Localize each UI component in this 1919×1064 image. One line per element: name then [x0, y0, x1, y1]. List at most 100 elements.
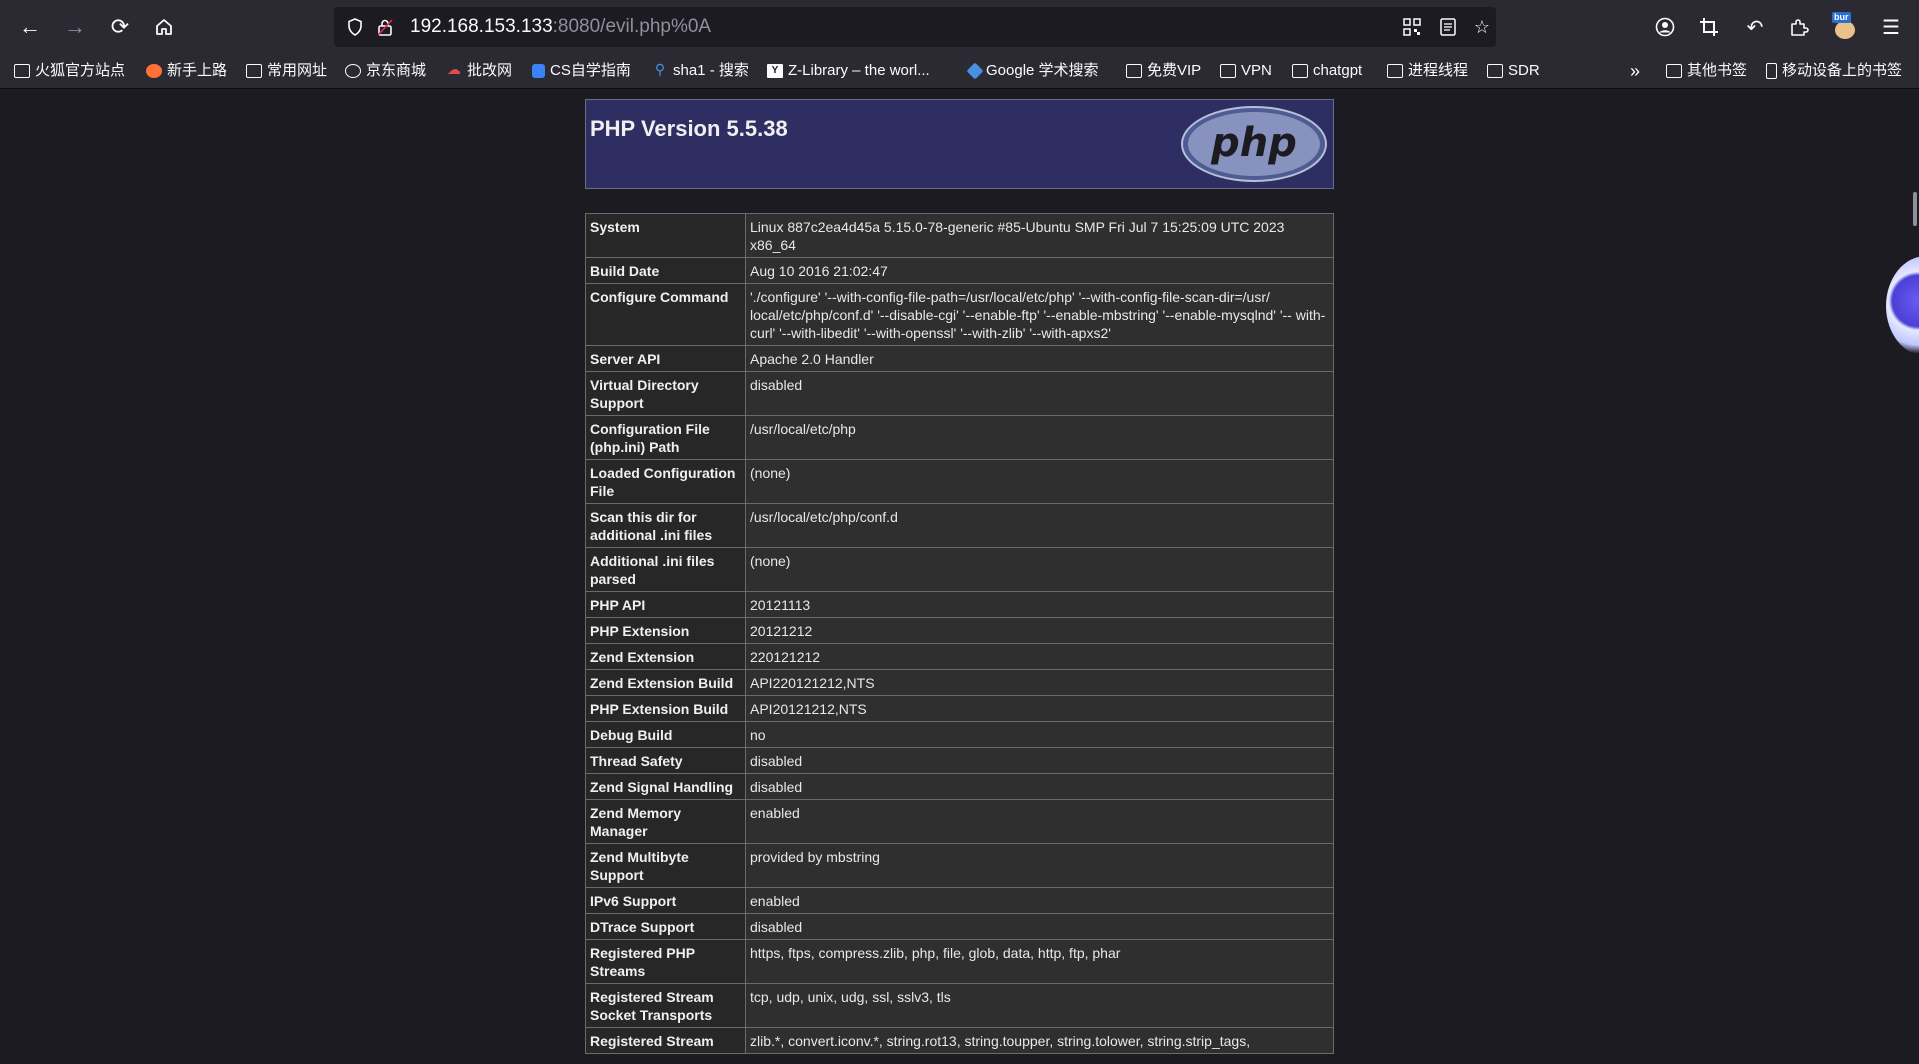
row-key: PHP API — [585, 591, 746, 618]
bookmark-item[interactable]: 进程线程 — [1387, 54, 1468, 88]
mobile-icon — [1766, 63, 1777, 79]
folder-icon — [1487, 64, 1503, 78]
bookmark-item[interactable]: SDR — [1487, 54, 1540, 88]
burp-extension-icon[interactable]: bur — [1827, 10, 1863, 44]
bookmark-item[interactable]: 新手上路 — [146, 54, 227, 88]
bookmark-item[interactable]: 火狐官方站点 — [14, 54, 125, 88]
table-row: PHP Extension 20121212 — [585, 617, 1334, 644]
bookmark-item[interactable]: 免费VIP — [1126, 54, 1201, 88]
bookmark-item[interactable]: VPN — [1220, 54, 1272, 88]
row-value: (none) — [745, 547, 1334, 592]
bookmarks-toolbar: 火狐官方站点 新手上路 常用网址 京东商城 ☁ 批改网 CS自学指南 ⚲ sha1 … — [0, 54, 1919, 89]
row-key: Build Date — [585, 257, 746, 284]
bookmark-item[interactable]: ⚲ sha1 - 搜索 — [652, 54, 749, 88]
bookmark-label: 进程线程 — [1408, 62, 1469, 79]
table-row: Registered PHP Streams https, ftps, compr… — [585, 939, 1334, 984]
php-logo-icon: php — [1181, 106, 1327, 182]
bookmark-label: sha1 - 搜索 — [673, 62, 749, 79]
mascot-avatar-icon — [1835, 21, 1855, 39]
bookmark-label: SDR — [1508, 62, 1540, 79]
bookmark-item[interactable]: chatgpt — [1292, 54, 1362, 88]
table-row: IPv6 Support enabled — [585, 887, 1334, 914]
bookmark-label: 其他书签 — [1687, 62, 1748, 79]
scrollbar-thumb[interactable] — [1913, 192, 1917, 226]
row-key: Server API — [585, 345, 746, 372]
menu-hamburger-icon[interactable]: ☰ — [1873, 10, 1909, 44]
bookmark-item[interactable]: 京东商城 — [345, 54, 426, 88]
qr-code-icon[interactable] — [1396, 7, 1428, 47]
home-icon[interactable] — [146, 10, 182, 44]
row-value: './configure' '--with-config-file-path=/… — [745, 283, 1334, 346]
account-icon[interactable] — [1647, 10, 1683, 44]
folder-icon — [246, 64, 262, 78]
bookmark-item[interactable]: ☁ 批改网 — [446, 54, 512, 88]
row-value: tcp, udp, unix, udg, ssl, sslv3, tls — [745, 983, 1334, 1028]
cloud-icon: ☁ — [447, 61, 461, 77]
table-row: Configuration File (php.ini) Path/usr/lo… — [585, 415, 1334, 460]
table-row: Loaded Configuration File (none) — [585, 459, 1334, 504]
reader-view-icon[interactable] — [1432, 7, 1464, 47]
bookmark-label: VPN — [1241, 62, 1272, 79]
table-row: Registered Stream zlib.*, convert.iconv.*… — [585, 1027, 1334, 1054]
bookmark-label: Z-Library – the worl... — [788, 62, 930, 79]
folder-icon — [14, 64, 30, 78]
bookmark-item[interactable]: CS自学指南 — [532, 54, 631, 88]
row-value: zlib.*, convert.iconv.*, string.rot13, s… — [745, 1027, 1334, 1054]
row-key: Thread Safety — [585, 747, 746, 774]
row-key: Zend Multibyte Support — [585, 843, 746, 888]
page-title: PHP Version 5.5.38 — [590, 116, 788, 141]
floating-assistant-icon[interactable] — [1886, 256, 1919, 356]
forward-icon[interactable]: → — [57, 10, 93, 44]
chevron-more-icon[interactable]: » — [1630, 54, 1640, 88]
table-row: Zend Multibyte Support provided by mbstri… — [585, 843, 1334, 888]
table-row: Virtual Directory Support disabled — [585, 371, 1334, 416]
scholar-icon — [966, 62, 984, 80]
address-bar[interactable]: 192.168.153.133:8080/evil.php%0A ☆ — [334, 7, 1496, 47]
row-key: IPv6 Support — [585, 887, 746, 914]
row-value: enabled — [745, 799, 1334, 844]
navigation-toolbar: ← → ⟳ 192.168.153.133:8080/evil.php%0A ☆ — [0, 0, 1919, 54]
bookmark-label: 常用网址 — [267, 62, 328, 79]
row-key: Debug Build — [585, 721, 746, 748]
row-key: Configure Command — [585, 283, 746, 346]
row-key: Loaded Configuration File — [585, 459, 746, 504]
back-icon[interactable]: ← — [12, 10, 48, 44]
bookmark-item[interactable]: 移动设备上的书签 — [1766, 54, 1902, 88]
url-path: :8080/evil.php%0A — [552, 16, 712, 37]
row-key: Zend Extension — [585, 643, 746, 670]
cube-icon — [532, 64, 545, 78]
row-key: Zend Extension Build — [585, 669, 746, 696]
crop-screenshot-icon[interactable] — [1691, 10, 1727, 44]
row-value: 220121212 — [745, 643, 1334, 670]
bookmark-item[interactable]: Google 学术搜索 — [966, 54, 1099, 88]
row-key: PHP Extension — [585, 617, 746, 644]
bookmark-item[interactable]: 常用网址 — [246, 54, 327, 88]
bookmark-label: 免费VIP — [1147, 62, 1202, 79]
row-key: System — [585, 213, 746, 258]
bookmark-item[interactable]: Y Z-Library – the worl... — [767, 54, 930, 88]
row-value: Aug 10 2016 21:02:47 — [745, 257, 1334, 284]
bookmark-star-icon[interactable]: ☆ — [1466, 7, 1498, 47]
bookmark-item[interactable]: 其他书签 — [1666, 54, 1747, 88]
undo-icon[interactable]: ↶ — [1737, 10, 1773, 44]
row-value: provided by mbstring — [745, 843, 1334, 888]
table-row: PHP API 20121113 — [585, 591, 1334, 618]
url-host: 192.168.153.133 — [410, 16, 553, 37]
phpinfo-table: System Linux 887c2ea4d45a 5.15.0-78-gener… — [585, 213, 1334, 1054]
reload-icon[interactable]: ⟳ — [102, 10, 138, 44]
firefox-icon — [146, 64, 162, 78]
table-row: Debug Build no — [585, 721, 1334, 748]
extensions-puzzle-icon[interactable] — [1781, 10, 1817, 44]
tracking-protection-shield-icon[interactable] — [340, 7, 370, 47]
bookmark-label: chatgpt — [1313, 62, 1363, 79]
table-row: System Linux 887c2ea4d45a 5.15.0-78-gener… — [585, 213, 1334, 258]
url-text[interactable]: 192.168.153.133:8080/evil.php%0A — [410, 7, 711, 47]
insecure-lock-icon[interactable] — [370, 7, 400, 47]
bookmark-label: 京东商城 — [366, 62, 427, 79]
row-key: Registered Stream Socket Transports — [585, 983, 746, 1028]
burp-badge: bur — [1832, 12, 1851, 23]
table-row: PHP Extension Build API20121212,NTS — [585, 695, 1334, 722]
bookmark-label: 火狐官方站点 — [35, 62, 126, 79]
phpinfo-header: PHP Version 5.5.38 php — [585, 99, 1334, 189]
row-key: Registered PHP Streams — [585, 939, 746, 984]
